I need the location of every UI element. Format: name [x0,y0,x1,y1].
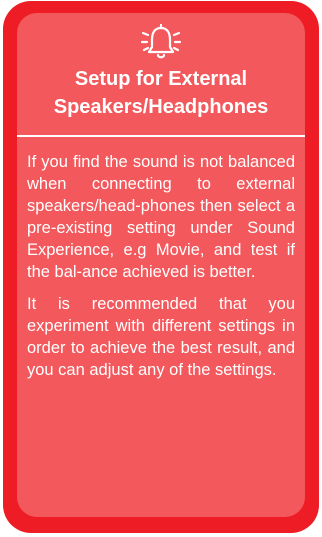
note-title-line1: Setup for External [74,68,248,90]
note-paragraph-1: If you find the sound is not balanced wh… [27,153,295,281]
bell-icon [140,23,182,59]
note-panel: Setup for External Speakers/Headphones I… [17,13,305,517]
note-card: Setup for External Speakers/Headphones I… [3,1,319,533]
title-divider [17,135,305,137]
note-title-line2: Speakers/Headphones [53,96,269,118]
note-title: Setup for External Speakers/Headphones [23,65,299,121]
note-paragraph-2: It is recommended that you experiment wi… [27,295,295,379]
note-body: If you find the sound is not balanced wh… [17,151,305,391]
